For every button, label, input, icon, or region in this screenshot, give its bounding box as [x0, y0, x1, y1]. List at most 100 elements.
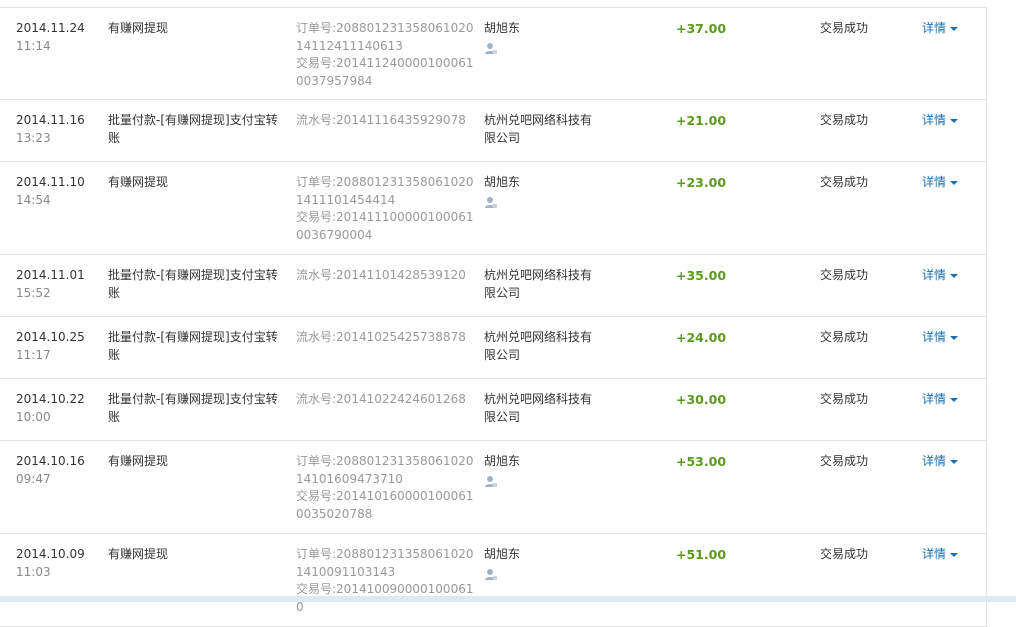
transaction-name: 批量付款-[有赚网提现]支付宝转账 — [108, 113, 278, 145]
reference-number: 流水号:20141101428539120 — [296, 268, 466, 282]
reference-cell: 订单号:2088012313580610201411101454414 交易号:2… — [296, 174, 474, 244]
date-text: 2014.10.09 — [16, 547, 85, 561]
counterparty-cell: 杭州兑吧网络科技有限公司 — [484, 329, 599, 364]
detail-button[interactable]: 详情 — [922, 112, 982, 130]
amount: +37.00 — [676, 21, 727, 36]
status-text: 交易成功 — [820, 547, 869, 561]
transaction-name: 有赚网提现 — [108, 547, 169, 561]
amount: +51.00 — [676, 547, 727, 562]
status-text: 交易成功 — [820, 392, 869, 406]
detail-button[interactable]: 详情 — [922, 453, 982, 471]
date-cell: 2014.11.10 14:54 — [16, 174, 96, 209]
date-text: 2014.11.01 — [16, 268, 85, 282]
detail-button[interactable]: 详情 — [922, 20, 982, 38]
counterparty-cell: 胡旭东 — [484, 174, 599, 214]
reference-cell: 流水号:20141022424601268 — [296, 391, 474, 409]
time-text: 14:54 — [16, 192, 51, 207]
counterparty-cell: 胡旭东 — [484, 20, 599, 60]
time-text: 11:14 — [16, 38, 51, 53]
date-text: 2014.10.22 — [16, 392, 85, 406]
detail-label: 详情 — [922, 268, 947, 282]
time-text: 11:17 — [16, 347, 51, 362]
transaction-row: 2014.10.25 11:17 批量付款-[有赚网提现]支付宝转账 流水号:2014… — [0, 317, 986, 379]
time-text: 10:00 — [16, 409, 51, 424]
caret-down-icon — [950, 180, 959, 185]
detail-button[interactable]: 详情 — [922, 546, 982, 564]
caret-down-icon — [950, 552, 959, 557]
date-cell: 2014.11.01 15:52 — [16, 267, 96, 302]
person-icon[interactable] — [484, 196, 497, 215]
counterparty-name: 杭州兑吧网络科技有限公司 — [484, 113, 593, 145]
reference-number: 交易号:2014112400001000610037957984 — [296, 56, 474, 88]
date-cell: 2014.10.22 10:00 — [16, 391, 96, 426]
status-text: 交易成功 — [820, 175, 869, 189]
time-text: 11:03 — [16, 564, 51, 579]
detail-label: 详情 — [922, 392, 947, 406]
date-text: 2014.11.10 — [16, 175, 85, 189]
transaction-name: 有赚网提现 — [108, 454, 169, 468]
status-text: 交易成功 — [820, 268, 869, 282]
reference-number: 交易号:2014111000001000610036790004 — [296, 210, 474, 242]
status-text: 交易成功 — [820, 330, 869, 344]
date-text: 2014.10.16 — [16, 454, 85, 468]
person-icon[interactable] — [484, 568, 497, 587]
person-icon[interactable] — [484, 475, 497, 494]
transaction-row: 2014.10.09 11:03 有赚网提现 订单号:2088012313580610… — [0, 534, 986, 627]
person-icon[interactable] — [484, 42, 497, 61]
date-cell: 2014.10.25 11:17 — [16, 329, 96, 364]
counterparty-name: 胡旭东 — [484, 175, 521, 189]
transaction-name: 批量付款-[有赚网提现]支付宝转账 — [108, 330, 278, 362]
time-text: 15:52 — [16, 285, 51, 300]
counterparty-cell: 杭州兑吧网络科技有限公司 — [484, 112, 599, 147]
counterparty-name: 胡旭东 — [484, 454, 521, 468]
counterparty-name: 杭州兑吧网络科技有限公司 — [484, 330, 593, 362]
amount: +35.00 — [676, 268, 727, 283]
reference-number: 流水号:20141025425738878 — [296, 330, 466, 344]
reference-cell: 流水号:20141025425738878 — [296, 329, 474, 347]
reference-number: 订单号:20880123135806102014112411140613 — [296, 21, 474, 53]
detail-button[interactable]: 详情 — [922, 267, 982, 285]
detail-label: 详情 — [922, 454, 947, 468]
date-cell: 2014.10.09 11:03 — [16, 546, 96, 581]
amount: +53.00 — [676, 454, 727, 469]
caret-down-icon — [950, 273, 959, 278]
transaction-row: 2014.11.16 13:23 批量付款-[有赚网提现]支付宝转账 流水号:2014… — [0, 100, 986, 162]
date-text: 2014.11.16 — [16, 113, 85, 127]
reference-number: 订单号:20880123135806102014101609473710 — [296, 454, 474, 486]
transaction-row: 2014.11.10 14:54 有赚网提现 订单号:2088012313580610… — [0, 162, 986, 255]
caret-down-icon — [950, 26, 959, 31]
caret-down-icon — [950, 397, 959, 402]
reference-number: 流水号:20141022424601268 — [296, 392, 466, 406]
status-text: 交易成功 — [820, 113, 869, 127]
reference-cell: 流水号:20141101428539120 — [296, 267, 474, 285]
caret-down-icon — [950, 118, 959, 123]
transaction-name: 批量付款-[有赚网提现]支付宝转账 — [108, 392, 278, 424]
counterparty-name: 胡旭东 — [484, 21, 521, 35]
bottom-scroll-bar — [0, 596, 1016, 602]
detail-button[interactable]: 详情 — [922, 391, 982, 409]
reference-cell: 订单号:20880123135806102014101609473710 交易号:… — [296, 453, 474, 523]
reference-number: 订单号:2088012313580610201411101454414 — [296, 175, 474, 207]
reference-cell: 订单号:20880123135806102014112411140613 交易号:… — [296, 20, 474, 90]
transaction-row: 2014.11.24 11:14 有赚网提现 订单号:2088012313580610… — [0, 7, 986, 100]
counterparty-name: 胡旭东 — [484, 547, 521, 561]
detail-button[interactable]: 详情 — [922, 174, 982, 192]
detail-button[interactable]: 详情 — [922, 329, 982, 347]
detail-label: 详情 — [922, 113, 947, 127]
time-text: 09:47 — [16, 471, 51, 486]
reference-cell: 流水号:20141116435929078 — [296, 112, 474, 130]
amount: +30.00 — [676, 392, 727, 407]
transaction-row: 2014.10.16 09:47 有赚网提现 订单号:2088012313580610… — [0, 441, 986, 534]
reference-number: 交易号:2014101600001000610035020788 — [296, 489, 474, 521]
reference-number: 订单号:2088012313580610201410091103143 — [296, 547, 474, 579]
counterparty-cell: 杭州兑吧网络科技有限公司 — [484, 391, 599, 426]
transaction-name: 批量付款-[有赚网提现]支付宝转账 — [108, 268, 278, 300]
counterparty-name: 杭州兑吧网络科技有限公司 — [484, 392, 593, 424]
counterparty-cell: 胡旭东 — [484, 453, 599, 493]
detail-label: 详情 — [922, 547, 947, 561]
amount: +23.00 — [676, 175, 727, 190]
transaction-row: 2014.10.22 10:00 批量付款-[有赚网提现]支付宝转账 流水号:2014… — [0, 379, 986, 441]
caret-down-icon — [950, 335, 959, 340]
transaction-row: 2014.11.01 15:52 批量付款-[有赚网提现]支付宝转账 流水号:2014… — [0, 255, 986, 317]
counterparty-cell: 胡旭东 — [484, 546, 599, 586]
